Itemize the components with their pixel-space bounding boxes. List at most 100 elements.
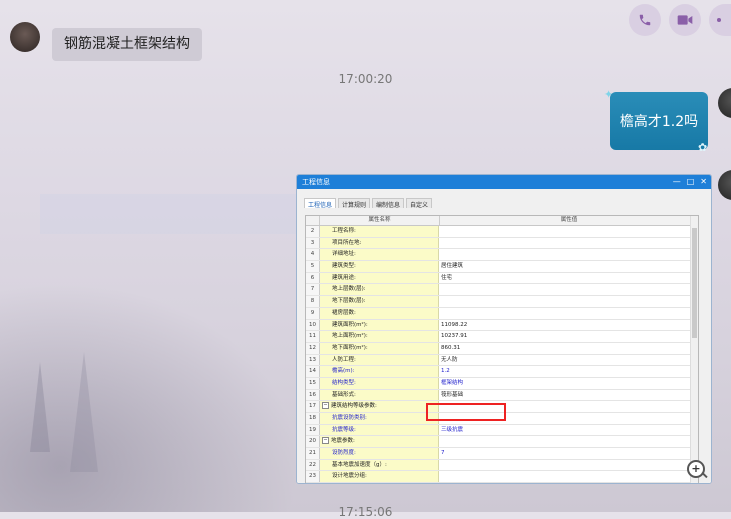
property-name-text: 详细地址: [332,251,356,258]
column-header-name: 属性名称 [320,216,440,225]
maximize-icon: □ [686,177,695,186]
property-value: 7 [441,450,445,457]
row-number: 7 [306,284,320,296]
property-name: 基本地震加速度（g）: [320,459,439,471]
property-name-text: 裙房层数: [332,309,356,316]
message-timestamp: 17:00:20 [338,72,393,86]
row-number: 2 [306,226,320,237]
property-value: 860.31 [441,344,461,351]
more-icon[interactable] [709,4,731,36]
property-name-text: 抗震设防类别: [332,415,367,421]
property-name-text: 项目所在地: [332,239,362,246]
property-name-text: 建筑面积(m²): [332,321,368,328]
row-number: 5 [306,261,320,272]
property-name: 裙房层数: [320,307,439,319]
property-name: − 建筑结构等级参数: [320,401,439,412]
table-row: 13 人防工程: 无人防 [306,354,698,367]
property-name: 项目所在地: [320,237,439,249]
table-row: 6 建筑用途: 住宅 [306,272,698,285]
property-name: 工程名称: [320,226,439,237]
tab-calc-rules: 计算规则 [338,198,371,209]
property-name: 设计地震分组: [320,471,439,483]
tab-project-info: 工程信息 [304,198,337,209]
tab-custom: 自定义 [406,198,433,209]
avatar[interactable] [718,170,731,200]
property-value [439,436,698,447]
window-title: 工程信息 [302,178,330,186]
screenshot-image[interactable]: 工程信息 — □ ✕ 工程信息 计算规则 编制信息 自定义 属性名称 属性值 2… [296,174,712,484]
property-name: 环境类别: [320,483,439,484]
property-name: 抗震等级: [320,424,439,436]
property-value: 无人防 [441,356,458,363]
row-number: 20 [306,436,320,448]
row-number: 8 [306,296,320,307]
property-name-text: 基础形式: [332,391,356,398]
zoom-in-icon[interactable]: + [687,460,705,478]
background-spire [70,352,98,472]
window-controls: — □ ✕ [673,175,707,189]
grid-rows: 2 工程名称: 3 项目所在地: 4 详细地址: 5 建筑类型: 居住建筑 6 建筑用途: 住宅 7 地上… [306,226,698,484]
property-name-text: 设防烈度: [332,450,356,457]
table-row: 22 基本地震加速度（g）: [306,459,698,472]
annotation-highlight-box [426,403,506,421]
background-spire [30,362,50,452]
table-row: 20− 地震参数: [306,436,698,449]
property-value [439,308,698,319]
property-name-text: 抗震等级: [332,426,356,433]
property-name-text: 建筑类型: [332,263,356,270]
row-number: 10 [306,319,320,331]
table-row: 23 设计地震分组: [306,471,698,483]
property-name-text: 地震参数: [331,438,355,445]
property-name-text: 结构类型: [332,379,356,386]
property-name-text: 地上层数(层): [332,286,366,293]
property-name: 地下面积(m²): [320,342,439,354]
video-icon[interactable] [669,4,701,36]
property-name: 建筑用途: [320,272,439,284]
property-value: 住宅 [441,274,453,281]
property-value [439,284,698,295]
table-row: 21 设防烈度: 7 [306,448,698,460]
row-number: 18 [306,413,320,424]
property-value [439,226,698,237]
property-name: 设防烈度: [320,448,439,459]
property-name: 建筑面积(m²): [320,319,439,331]
property-name: 结构类型: [320,377,439,389]
avatar[interactable] [10,22,40,52]
tab-bar: 工程信息 计算规则 编制信息 自定义 [297,189,711,209]
property-value: 三级抗震 [441,426,464,433]
property-name-text: 设计地震分组: [332,473,367,480]
property-name: 地下层数(层): [320,296,439,307]
table-row: 19 抗震等级: 三级抗震 [306,424,698,437]
property-value [439,296,698,307]
table-row: 2 工程名称: [306,226,698,238]
property-name-text: 地下层数(层): [332,298,366,305]
phone-icon[interactable] [629,4,661,36]
close-icon: ✕ [700,177,707,186]
row-number: 3 [306,237,320,249]
collapse-icon: − [322,437,329,445]
row-number: 19 [306,424,320,436]
table-row: 5 建筑类型: 居住建筑 [306,261,698,273]
message-text: 檐高才1.2吗 [619,114,699,130]
property-value: 10237.91 [441,333,468,340]
row-number: 6 [306,272,320,284]
property-name: 基础形式: [320,389,439,401]
property-grid: 属性名称 属性值 2 工程名称: 3 项目所在地: 4 详细地址: 5 建筑类型: 居住建筑 6 建… [305,215,699,484]
table-row: 9 裙房层数: [306,307,698,320]
table-row: 15 结构类型: 框架结构 [306,377,698,390]
table-row: 4 详细地址: [306,249,698,262]
property-name-text: 人防工程: [332,356,356,363]
avatar[interactable] [718,88,731,118]
property-name: 地上层数(层): [320,284,439,296]
row-number: 14 [306,366,320,377]
property-value [439,460,698,471]
row-number: 15 [306,377,320,389]
row-number: 24 [306,483,320,484]
minimize-icon: — [672,177,681,186]
property-value: 1.2 [441,368,450,375]
property-value: 11098.22 [441,321,468,328]
message-timestamp: 17:15:06 [338,505,393,519]
table-row: 12 地下面积(m²): 860.31 [306,342,698,355]
table-row: 10 建筑面积(m²): 11098.22 [306,319,698,332]
row-number: 13 [306,354,320,366]
